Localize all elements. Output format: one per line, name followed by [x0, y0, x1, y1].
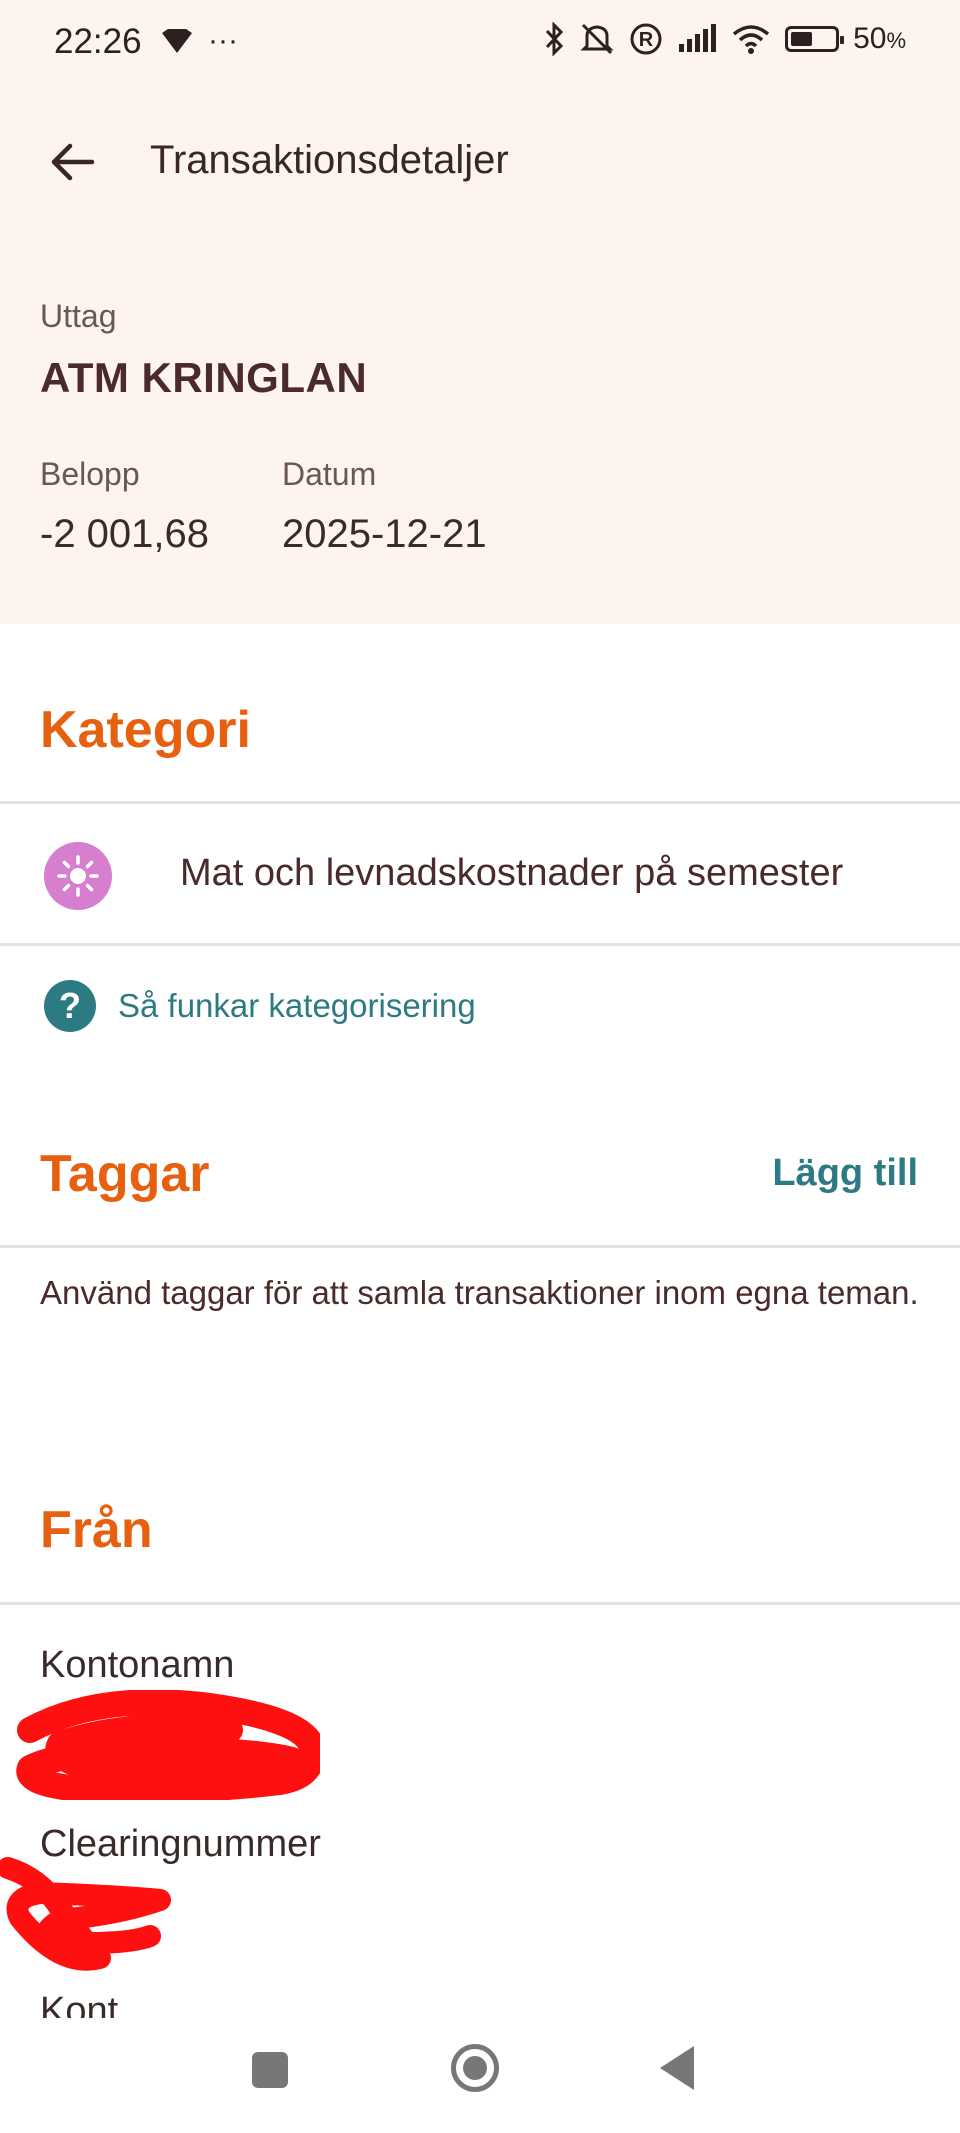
status-left-icons: ··· — [160, 24, 238, 58]
category-label: Mat och levnadskostnader på semester — [180, 852, 844, 894]
category-selector[interactable]: Mat och levnadskostnader på semester — [0, 804, 960, 944]
recent-apps-square-icon[interactable] — [252, 2052, 288, 2088]
categorization-help-text: Så funkar kategorisering — [118, 987, 476, 1024]
divider — [0, 1602, 960, 1605]
page-title: Transaktionsdetaljer — [150, 138, 509, 182]
system-navigation-bar — [0, 2020, 960, 2133]
battery-icon — [785, 26, 845, 52]
category-section-title: Kategori — [40, 701, 251, 759]
amount-value: -2 001,68 — [40, 512, 210, 556]
battery-percent-symbol: % — [886, 28, 906, 53]
divider — [0, 943, 960, 946]
signal-icon — [677, 24, 717, 54]
home-circle-icon[interactable] — [451, 2044, 499, 2092]
status-time: 22:26 — [54, 22, 142, 61]
battery-percent: 50% — [853, 22, 906, 56]
battery-percent-number: 50 — [853, 22, 887, 55]
amount-label: Belopp — [40, 456, 140, 492]
question-icon: ? — [44, 980, 96, 1032]
battery-cap — [840, 36, 845, 44]
back-arrow-icon — [48, 142, 96, 182]
svg-text:R: R — [639, 29, 654, 51]
divider — [0, 1245, 960, 1248]
transaction-type: Uttag — [40, 298, 117, 334]
sun-icon — [44, 842, 112, 910]
mute-icon — [579, 22, 615, 56]
redaction-scribble — [0, 1848, 180, 1983]
registered-icon: R — [629, 22, 663, 56]
home-circle-inner — [463, 2056, 487, 2080]
back-button[interactable] — [44, 138, 100, 186]
more-dots-icon: ··· — [208, 24, 238, 57]
battery-fill — [791, 32, 813, 46]
tags-help-text: Använd taggar för att samla transaktione… — [40, 1274, 919, 1311]
merchant-name: ATM KRINGLAN — [40, 354, 368, 401]
status-right-icons: R 50% — [545, 22, 906, 56]
wifi-icon — [731, 24, 771, 54]
account-name-label: Kontonamn — [40, 1644, 235, 1686]
back-triangle-icon[interactable] — [660, 2046, 694, 2090]
from-section-title: Från — [40, 1501, 153, 1559]
redaction-scribble — [10, 1689, 325, 1805]
bluetooth-icon — [545, 22, 565, 56]
date-label: Datum — [282, 456, 377, 492]
location-diamond-icon — [160, 27, 194, 55]
account-number-label-partial: Kont — [40, 1990, 119, 2018]
date-value: 2025-12-21 — [282, 512, 487, 556]
tags-section-title: Taggar — [40, 1145, 210, 1203]
categorization-help-link[interactable]: ? Så funkar kategorisering — [44, 980, 476, 1032]
add-tag-button[interactable]: Lägg till — [772, 1152, 918, 1195]
